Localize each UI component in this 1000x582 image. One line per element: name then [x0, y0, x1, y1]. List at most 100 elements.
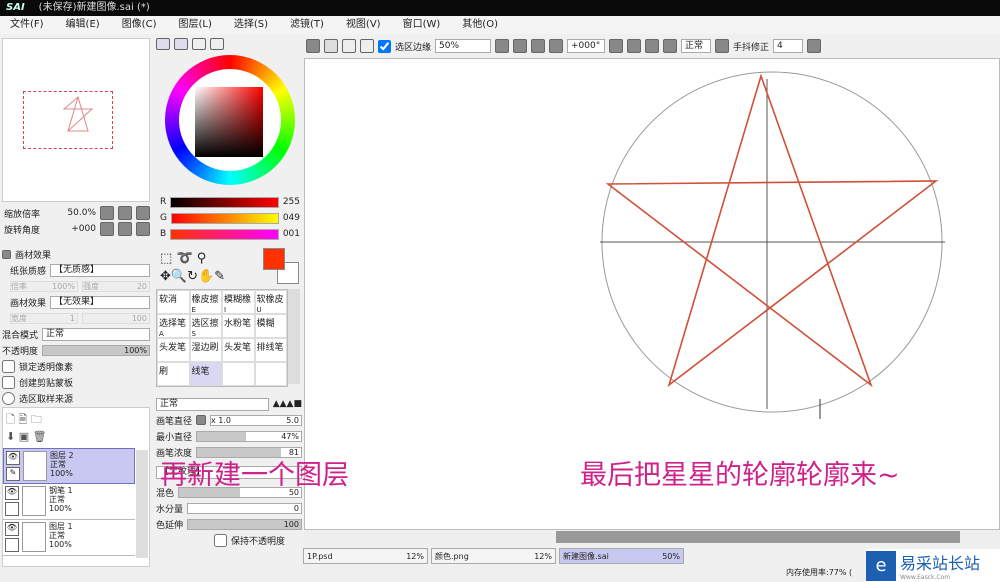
brush-slot[interactable]: 刷	[157, 362, 190, 386]
document-tab[interactable]: 1P.psd 12%	[303, 548, 428, 564]
brush-slot[interactable]	[254, 362, 287, 386]
rotation-field[interactable]: +000°	[567, 39, 606, 53]
brush-slot[interactable]: 头发笔	[157, 338, 190, 362]
toolbar-rotate-left[interactable]	[627, 39, 642, 53]
toolbar-zoom-reset[interactable]	[549, 39, 564, 53]
menu-filter[interactable]: 滤镜(T)	[290, 16, 324, 34]
flip-button[interactable]	[715, 39, 730, 53]
mask-icon[interactable]: ▣	[19, 430, 29, 443]
zoom-value[interactable]: 50.0%	[44, 208, 96, 218]
rotation-dropdown[interactable]	[609, 39, 624, 53]
rect-select-icon[interactable]: ⬚	[160, 251, 172, 266]
brush-shape-icons[interactable]: ▲▲▲■	[273, 399, 302, 409]
layer-scrollbar[interactable]	[136, 450, 148, 558]
visibility-eye-icon[interactable]: 👁	[6, 451, 20, 465]
new-folder-icon[interactable]: 🗀	[31, 413, 42, 426]
new-layer-icon[interactable]: 🗋	[6, 413, 15, 426]
brush-mode-select[interactable]: 正常	[156, 397, 269, 411]
navigator-preview[interactable]	[2, 38, 150, 202]
menu-file[interactable]: 文件(F)	[10, 16, 44, 34]
size-value[interactable]: 5.0	[286, 416, 299, 425]
lock-icon[interactable]	[5, 502, 19, 516]
rotate-reset-button[interactable]	[136, 222, 150, 236]
brush-scrollbar[interactable]	[288, 289, 300, 384]
strength-value[interactable]: 20	[137, 282, 147, 291]
keep-opacity-checkbox[interactable]	[214, 533, 227, 547]
b-slider[interactable]	[170, 228, 279, 240]
menu-image[interactable]: 图像(C)	[122, 16, 157, 34]
scale-value[interactable]: 100%	[52, 282, 75, 291]
paper-select[interactable]: 【无质感】	[50, 263, 150, 277]
menu-window[interactable]: 窗口(W)	[403, 16, 441, 34]
rotate-icon[interactable]: ↻	[187, 269, 198, 284]
stabilizer-field[interactable]: 4	[773, 39, 804, 53]
rotate-left-button[interactable]	[100, 222, 114, 236]
visibility-eye-icon[interactable]: 👁	[5, 486, 19, 500]
layer-item[interactable]: 👁 图层 1 正常 100%	[3, 520, 135, 556]
rotate-value[interactable]: +000	[44, 224, 96, 234]
rgb-slider-tab[interactable]	[174, 38, 188, 50]
move-icon[interactable]: ✥	[160, 269, 171, 284]
blend-select[interactable]: 正常	[42, 327, 150, 341]
new-vector-layer-icon[interactable]: 🗎	[18, 413, 27, 426]
delete-icon[interactable]: 🗑	[33, 430, 47, 443]
document-tab[interactable]: 颜色.png 12%	[431, 548, 556, 564]
zoom-out-button[interactable]	[100, 206, 114, 220]
zoom-icon[interactable]: 🔍	[171, 269, 187, 284]
brush-slot[interactable]: 模糊橡 I	[222, 290, 255, 314]
menu-view[interactable]: 视图(V)	[346, 16, 381, 34]
opacity-slider[interactable]: 100%	[42, 344, 150, 356]
color-wheel-tab[interactable]	[156, 38, 170, 50]
document-tab[interactable]: 新建图像.sai 50%	[559, 548, 684, 564]
brush-slot[interactable]	[222, 362, 255, 386]
deselect-button[interactable]	[342, 39, 356, 53]
color-square[interactable]	[195, 87, 263, 157]
toolbar-zoom-in[interactable]	[531, 39, 546, 53]
rotate-right-button[interactable]	[118, 222, 132, 236]
r-slider[interactable]	[170, 196, 279, 208]
redo-button[interactable]	[324, 39, 338, 53]
hsv-slider-tab[interactable]	[192, 38, 206, 50]
swatch-tab[interactable]	[210, 38, 224, 50]
visibility-eye-icon[interactable]: 👁	[5, 522, 19, 536]
brush-slot[interactable]: 软消	[157, 290, 190, 314]
menu-select[interactable]: 选择(S)	[234, 16, 268, 34]
mode-field[interactable]: 正常	[681, 39, 712, 53]
zoom-reset-button[interactable]	[136, 206, 150, 220]
menu-layer[interactable]: 图层(L)	[178, 16, 211, 34]
menu-other[interactable]: 其他(O)	[462, 16, 498, 34]
width-value[interactable]: 1	[70, 314, 75, 323]
min-size-slider[interactable]: 47%	[196, 430, 302, 442]
lasso-icon[interactable]: ➰	[176, 251, 192, 266]
brush-slot[interactable]: 湿边刷	[189, 338, 222, 362]
sample-radio[interactable]	[2, 391, 15, 405]
lock-alpha-checkbox[interactable]	[2, 359, 15, 373]
brush-slot[interactable]: 软橡皮 U	[254, 290, 287, 314]
merge-icon[interactable]: ⬇	[6, 430, 15, 443]
size-mult[interactable]: x 1.0	[211, 416, 231, 425]
hand-icon[interactable]: ✋	[198, 269, 214, 284]
brush-slot[interactable]: 模糊	[254, 314, 287, 338]
primary-color-swatch[interactable]	[263, 248, 285, 270]
zoom-field[interactable]: 50%	[435, 39, 492, 53]
eyedropper-icon[interactable]: ✎	[214, 269, 225, 284]
color-wheel[interactable]	[165, 55, 295, 185]
menu-edit[interactable]: 编辑(E)	[66, 16, 100, 34]
brush-slot[interactable]: 选区擦 S	[189, 314, 222, 338]
layer-item[interactable]: 👁 ✎ 图层 2 正常 100%	[3, 448, 135, 484]
layer-item[interactable]: 👁 钢笔 1 正常 100%	[3, 484, 135, 520]
toolbar-rotate-reset[interactable]	[663, 39, 678, 53]
collapse-icon[interactable]	[2, 249, 11, 259]
zoom-dropdown[interactable]	[495, 39, 510, 53]
water-slider[interactable]: 0	[187, 502, 302, 514]
lock-icon[interactable]	[5, 538, 19, 552]
stabilizer-dropdown[interactable]	[807, 39, 822, 53]
brush-slot[interactable]: 选择笔 A	[157, 314, 190, 338]
effect-select[interactable]: 【无效果】	[50, 295, 150, 309]
brush-edit-icon[interactable]: ✎	[6, 467, 20, 481]
brush-slot[interactable]: 线笔	[189, 362, 222, 386]
brush-slot[interactable]: 头发笔	[222, 338, 255, 362]
zoom-in-button[interactable]	[118, 206, 132, 220]
selection-edge-checkbox[interactable]	[378, 39, 391, 53]
magic-wand-icon[interactable]: ⚲	[197, 251, 207, 266]
